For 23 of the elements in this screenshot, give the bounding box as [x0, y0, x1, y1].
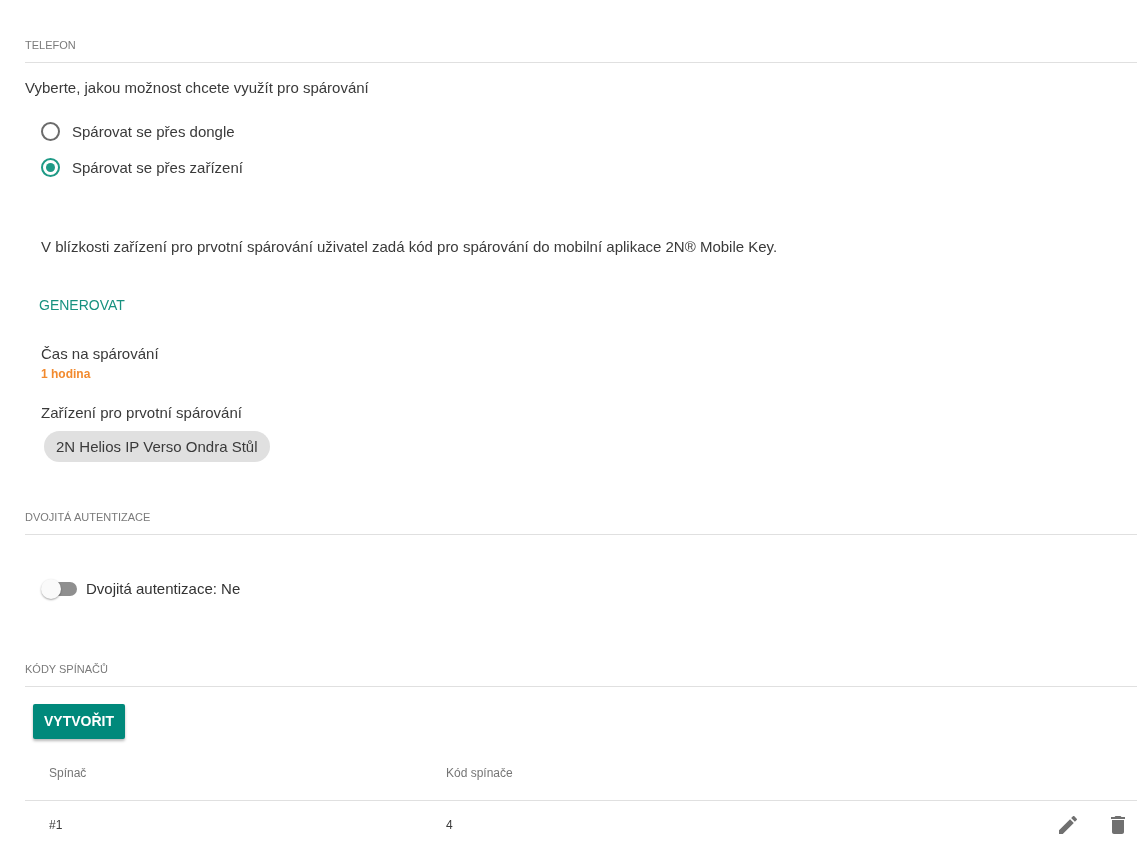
table-cell: #1 — [49, 817, 63, 833]
toggle-label: Dvojitá autentizace: Ne — [86, 579, 241, 600]
column-header: Spínač — [49, 764, 87, 781]
pairing-prompt: Vyberte, jakou možnost chcete využít pro spárování — [25, 78, 369, 98]
section-heading: KÓDY SPÍNAČŮ — [25, 661, 108, 676]
section-heading: DVOJITÁ AUTENTIZACE — [25, 510, 151, 525]
column-header: Kód spínače — [446, 764, 513, 781]
field-value: 1 hodina — [41, 366, 91, 383]
create-button[interactable]: VYTVOŘIT — [33, 703, 125, 739]
trash-icon[interactable] — [1111, 816, 1125, 834]
option-label[interactable]: Spárovat se přes zařízení — [72, 158, 243, 178]
table-cell: 4 — [446, 817, 453, 833]
device-chip: 2N Helios IP Verso Ondra Stůl — [44, 431, 270, 463]
toggle-switch[interactable] — [41, 579, 77, 600]
option-label[interactable]: Spárovat se přes dongle — [72, 122, 235, 142]
pairing-description: V blízkosti zařízení pro prvotní spárování uživatel zadá kód pro spárování do mobilní aplikace 2N® Mobile Key. — [41, 237, 778, 257]
pencil-icon[interactable] — [1059, 816, 1077, 834]
field-label: Zařízení pro prvotní spárování — [41, 403, 242, 424]
radio-button[interactable] — [41, 158, 60, 178]
radio-button[interactable] — [41, 122, 60, 142]
generate-button[interactable]: GENEROVAT — [31, 287, 133, 323]
section-heading: TELEFON — [25, 38, 76, 52]
field-label: Čas na spárování — [41, 344, 159, 365]
